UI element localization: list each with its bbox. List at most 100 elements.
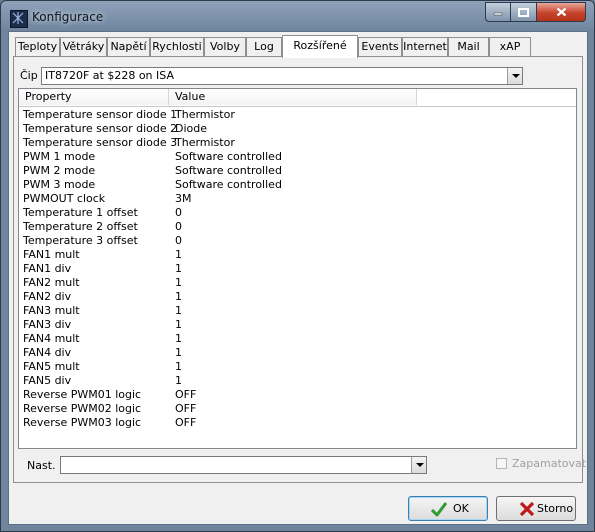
property-cell: FAN2 div	[23, 290, 72, 303]
table-row[interactable]: Reverse PWM03 logic OFF	[19, 416, 576, 430]
property-cell: Temperature 2 offset	[23, 220, 138, 233]
table-row[interactable]: FAN2 div 1	[19, 290, 576, 304]
property-cell: Reverse PWM03 logic	[23, 416, 142, 429]
minimize-button[interactable]	[485, 2, 511, 22]
value-cell: 1	[175, 262, 182, 275]
ok-button[interactable]: OK	[408, 496, 488, 521]
table-row[interactable]: Temperature 2 offset 0	[19, 220, 576, 234]
preset-label: Nast.	[27, 459, 56, 472]
property-cell: FAN5 mult	[23, 360, 80, 373]
table-row[interactable]: FAN5 div 1	[19, 374, 576, 388]
property-cell: PWM 2 mode	[23, 164, 96, 177]
table-row[interactable]: PWM 1 mode Software controlled	[19, 150, 576, 164]
cancel-button[interactable]: Storno	[496, 496, 576, 521]
minimize-icon	[493, 12, 503, 16]
table-row[interactable]: FAN4 mult 1	[19, 332, 576, 346]
properties-list[interactable]: Property Value Temperature sensor diode …	[18, 88, 577, 449]
check-icon	[431, 502, 447, 517]
value-cell: 1	[175, 276, 182, 289]
tab-volby[interactable]: Volby	[204, 37, 246, 57]
property-cell: PWM 3 mode	[23, 178, 96, 191]
table-row[interactable]: PWM 2 mode Software controlled	[19, 164, 576, 178]
property-cell: FAN1 div	[23, 262, 72, 275]
close-icon	[556, 7, 566, 17]
tab-mail[interactable]: Mail	[448, 37, 489, 57]
maximize-icon	[518, 7, 529, 17]
preset-select[interactable]	[60, 456, 427, 474]
value-cell: 3M	[175, 192, 192, 205]
column-header-value[interactable]: Value	[169, 89, 417, 105]
tab-internet[interactable]: Internet	[402, 37, 448, 57]
title-bar[interactable]: Konfigurace	[1, 1, 594, 31]
tab-napeti[interactable]: Napětí	[107, 37, 150, 57]
value-cell: 1	[175, 304, 182, 317]
property-cell: PWMOUT clock	[23, 192, 106, 205]
table-row[interactable]: FAN3 div 1	[19, 318, 576, 332]
property-cell: Temperature 1 offset	[23, 206, 138, 219]
tab-rychlosti[interactable]: Rychlosti	[150, 37, 204, 57]
table-row[interactable]: PWM 3 mode Software controlled	[19, 178, 576, 192]
tab-events[interactable]: Events	[358, 37, 402, 57]
column-header-property[interactable]: Property	[19, 89, 169, 105]
tab-panel-rozsirene: Čip IT8720F at $228 on ISA Property Valu…	[13, 56, 587, 483]
table-row[interactable]: Temperature sensor diode 1 Thermistor	[19, 108, 576, 122]
tab-log[interactable]: Log	[246, 37, 282, 57]
value-cell: OFF	[175, 388, 197, 401]
value-cell: Software controlled	[175, 164, 282, 177]
value-cell: Software controlled	[175, 150, 282, 163]
table-row[interactable]: Temperature 3 offset 0	[19, 234, 576, 248]
tab-teploty[interactable]: Teploty	[15, 37, 60, 57]
chip-label: Čip	[20, 69, 38, 82]
value-cell: 0	[175, 234, 182, 247]
value-cell: Thermistor	[175, 108, 235, 121]
tab-ventilatory[interactable]: Větráky	[60, 37, 107, 57]
table-row[interactable]: Reverse PWM01 logic OFF	[19, 388, 576, 402]
value-cell: OFF	[175, 402, 197, 415]
property-cell: Temperature sensor diode 3	[23, 136, 178, 149]
value-cell: 0	[175, 220, 182, 233]
config-window: Konfigurace Teploty Větráky Napětí Rychl…	[0, 0, 595, 532]
dialog-client: Teploty Větráky Napětí Rychlosti Volby L…	[8, 31, 588, 525]
remember-label: Zapamatovat	[512, 457, 587, 470]
chevron-down-icon[interactable]	[411, 457, 426, 473]
value-cell: 1	[175, 332, 182, 345]
cancel-button-label: Storno	[537, 502, 574, 515]
chevron-down-icon[interactable]	[507, 68, 522, 84]
property-cell: Temperature sensor diode 1	[23, 108, 178, 121]
chip-select-value: IT8720F at $228 on ISA	[45, 69, 174, 82]
table-row[interactable]: FAN1 mult 1	[19, 248, 576, 262]
maximize-button[interactable]	[510, 2, 537, 22]
table-row[interactable]: PWMOUT clock 3M	[19, 192, 576, 206]
x-icon	[519, 501, 535, 517]
property-cell: FAN5 div	[23, 374, 72, 387]
table-row[interactable]: Temperature sensor diode 3 Thermistor	[19, 136, 576, 150]
table-row[interactable]: FAN5 mult 1	[19, 360, 576, 374]
value-cell: 1	[175, 374, 182, 387]
property-cell: FAN4 mult	[23, 332, 80, 345]
tab-xap[interactable]: xAP	[489, 37, 531, 57]
property-cell: Reverse PWM02 logic	[23, 402, 142, 415]
value-cell: OFF	[175, 416, 197, 429]
list-header: Property Value	[19, 89, 576, 107]
property-cell: Temperature sensor diode 2	[23, 122, 178, 135]
table-row[interactable]: Temperature 1 offset 0	[19, 206, 576, 220]
window-title: Konfigurace	[32, 10, 104, 24]
property-cell: FAN1 mult	[23, 248, 80, 261]
table-row[interactable]: FAN1 div 1	[19, 262, 576, 276]
value-cell: 0	[175, 206, 182, 219]
property-cell: FAN3 mult	[23, 304, 80, 317]
table-row[interactable]: FAN3 mult 1	[19, 304, 576, 318]
tab-rozsirene[interactable]: Rozšířené	[282, 35, 358, 58]
table-row[interactable]: Temperature sensor diode 2 Diode	[19, 122, 576, 136]
value-cell: 1	[175, 318, 182, 331]
property-cell: Reverse PWM01 logic	[23, 388, 142, 401]
value-cell: Thermistor	[175, 136, 235, 149]
close-button[interactable]	[536, 2, 586, 22]
list-rows: Temperature sensor diode 1 Thermistor Temp…	[19, 108, 576, 430]
table-row[interactable]: Reverse PWM02 logic OFF	[19, 402, 576, 416]
value-cell: 1	[175, 290, 182, 303]
table-row[interactable]: FAN2 mult 1	[19, 276, 576, 290]
property-cell: FAN3 div	[23, 318, 72, 331]
table-row[interactable]: FAN4 div 1	[19, 346, 576, 360]
chip-select[interactable]: IT8720F at $228 on ISA	[41, 67, 523, 85]
